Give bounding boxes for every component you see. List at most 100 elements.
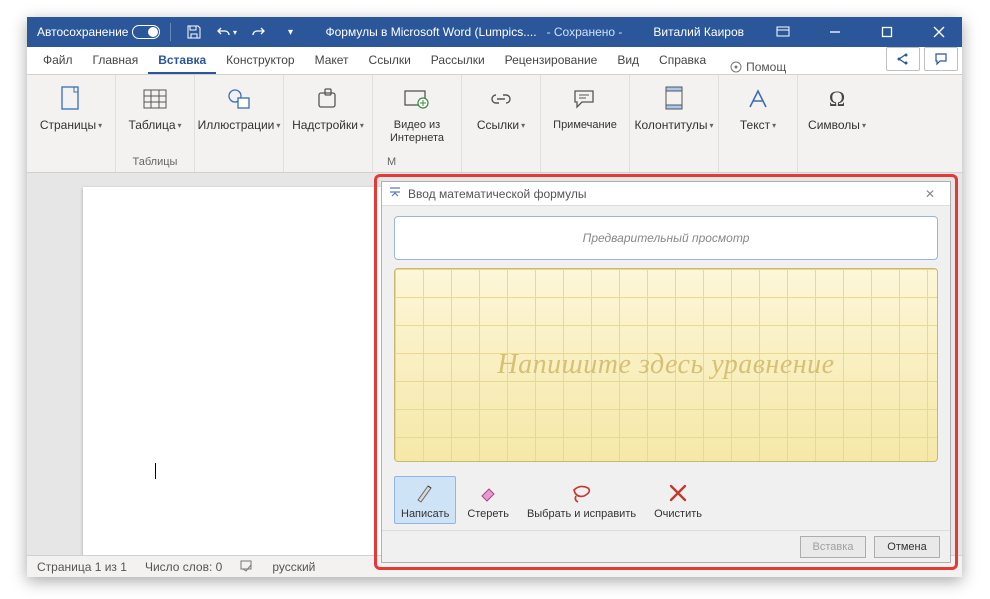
cancel-button[interactable]: Отмена <box>874 536 940 558</box>
tool-select-label: Выбрать и исправить <box>527 508 636 520</box>
tell-me[interactable]: Помощ <box>730 60 786 74</box>
pages-label: Страницы <box>40 119 96 133</box>
tab-insert[interactable]: Вставка <box>148 47 216 74</box>
dialog-body: Предварительный просмотр Напишите здесь … <box>382 206 950 530</box>
writepad-hint: Напишите здесь уравнение <box>395 269 937 461</box>
chevron-down-icon: ▾ <box>521 121 525 130</box>
group-name <box>756 156 759 170</box>
tool-row: Написать Стереть Выбрать и исправить Очи… <box>394 470 938 524</box>
text-button[interactable]: Текст▾ <box>727 79 789 133</box>
autosave-label: Автосохранение <box>37 25 128 39</box>
page-indicator[interactable]: Страница 1 из 1 <box>37 560 127 574</box>
table-icon <box>139 83 171 115</box>
tab-help[interactable]: Справка <box>649 47 716 74</box>
tab-references[interactable]: Ссылки <box>359 47 421 74</box>
tool-erase[interactable]: Стереть <box>460 476 516 524</box>
group-comments: Примечание <box>541 75 630 172</box>
headerfooter-label: Колонтитулы <box>634 119 707 133</box>
addins-button[interactable]: Надстройки▾ <box>292 79 364 133</box>
tool-select[interactable]: Выбрать и исправить <box>520 476 643 524</box>
group-media: Видео из Интернета М <box>373 75 462 172</box>
qat-more-icon[interactable]: ▾ <box>277 19 303 45</box>
autosave-toggle[interactable]: Автосохранение <box>37 25 160 39</box>
group-text: Текст▾ <box>719 75 798 172</box>
redo-icon[interactable] <box>245 19 271 45</box>
comments-button[interactable] <box>924 47 958 71</box>
eraser-icon <box>475 480 501 506</box>
links-label: Ссылки <box>477 119 519 133</box>
table-button[interactable]: Таблица▾ <box>124 79 186 133</box>
math-input-dialog: Ввод математической формулы ✕ Предварите… <box>381 181 951 563</box>
omega-icon: Ω <box>821 83 853 115</box>
ribbon-tabs: Файл Главная Вставка Конструктор Макет С… <box>27 47 962 75</box>
headerfooter-icon <box>658 83 690 115</box>
dialog-highlight: Ввод математической формулы ✕ Предварите… <box>374 174 958 570</box>
dialog-titlebar[interactable]: Ввод математической формулы ✕ <box>382 182 950 206</box>
group-name <box>326 156 329 170</box>
writing-pad[interactable]: Напишите здесь уравнение <box>394 268 938 462</box>
group-name <box>499 156 502 170</box>
comment-label: Примечание <box>553 119 617 132</box>
page-icon <box>55 83 87 115</box>
pen-icon <box>412 480 438 506</box>
minimize-button[interactable] <box>812 17 858 47</box>
maximize-button[interactable] <box>864 17 910 47</box>
word-count[interactable]: Число слов: 0 <box>145 560 222 574</box>
proofing-icon[interactable] <box>240 558 254 575</box>
tab-view[interactable]: Вид <box>607 47 649 74</box>
tab-home[interactable]: Главная <box>83 47 149 74</box>
tab-mailings[interactable]: Рассылки <box>421 47 495 74</box>
chevron-down-icon: ▾ <box>862 121 866 130</box>
group-name <box>835 156 838 170</box>
group-illustrations: Иллюстрации▾ <box>195 75 284 172</box>
group-name: М <box>381 156 396 170</box>
text-label: Текст <box>740 119 770 133</box>
illustrations-label: Иллюстрации <box>198 119 275 133</box>
group-links: Ссылки▾ <box>462 75 541 172</box>
symbols-button[interactable]: ΩСимволы▾ <box>806 79 868 133</box>
table-label: Таблица <box>128 119 175 133</box>
chevron-down-icon: ▾ <box>276 121 280 130</box>
video-label: Видео из Интернета <box>381 119 453 144</box>
addins-label: Надстройки <box>292 119 358 133</box>
tab-review[interactable]: Рецензирование <box>495 47 608 74</box>
group-name: Таблицы <box>133 156 178 170</box>
user-name[interactable]: Виталий Каиров <box>653 25 744 39</box>
tab-design[interactable]: Конструктор <box>216 47 304 74</box>
pages-button[interactable]: Страницы▾ <box>35 79 107 133</box>
group-tables: Таблица▾ Таблицы <box>116 75 195 172</box>
group-pages: Страницы▾ <box>27 75 116 172</box>
illustrations-button[interactable]: Иллюстрации▾ <box>203 79 275 133</box>
close-button[interactable] <box>916 17 962 47</box>
group-symbols: ΩСимволы▾ <box>798 75 876 172</box>
preview-box: Предварительный просмотр <box>394 216 938 260</box>
tool-erase-label: Стереть <box>467 508 509 520</box>
language-indicator[interactable]: русский <box>272 560 315 574</box>
group-name <box>672 156 675 170</box>
tool-write-label: Написать <box>401 508 449 520</box>
tool-write[interactable]: Написать <box>394 476 456 524</box>
tell-me-label: Помощ <box>746 60 786 74</box>
headerfooter-button[interactable]: Колонтитулы▾ <box>638 79 710 133</box>
chevron-down-icon: ▾ <box>178 121 182 130</box>
tab-layout[interactable]: Макет <box>305 47 359 74</box>
link-icon <box>485 83 517 115</box>
undo-icon[interactable]: ▾ <box>213 19 239 45</box>
text-icon <box>742 83 774 115</box>
dialog-close-button[interactable]: ✕ <box>916 184 944 204</box>
comment-button[interactable]: Примечание <box>549 79 621 132</box>
links-button[interactable]: Ссылки▾ <box>470 79 532 133</box>
toggle-icon <box>132 25 160 39</box>
ribbon-display-icon[interactable] <box>760 17 806 47</box>
chevron-down-icon: ▾ <box>710 121 714 130</box>
save-icon[interactable] <box>181 19 207 45</box>
lasso-icon <box>569 480 595 506</box>
share-button[interactable] <box>886 47 920 71</box>
addins-icon <box>312 83 344 115</box>
tab-file[interactable]: Файл <box>33 47 83 74</box>
insert-button[interactable]: Вставка <box>800 536 866 558</box>
shapes-icon <box>223 83 255 115</box>
online-video-button[interactable]: Видео из Интернета <box>381 79 453 144</box>
chevron-down-icon: ▾ <box>772 121 776 130</box>
tool-clear[interactable]: Очистить <box>647 476 709 524</box>
